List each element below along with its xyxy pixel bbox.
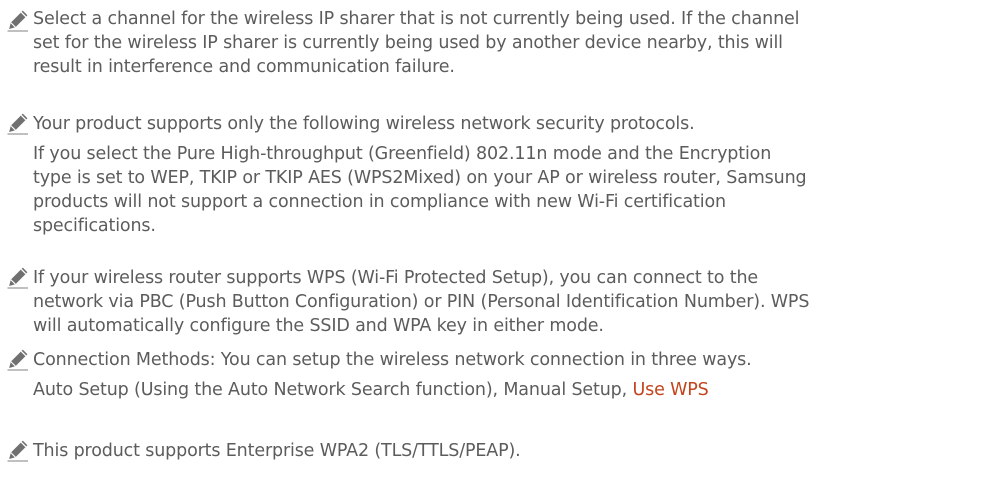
pencil-note-icon: [6, 438, 30, 462]
pencil-note-icon: [6, 111, 30, 135]
note-line: products will not support a connection i…: [33, 192, 726, 212]
note-line: result in interference and communication…: [33, 57, 455, 77]
note-channel-text: Select a channel for the wireless IP sha…: [33, 7, 963, 79]
note-line: will automatically configure the SSID an…: [33, 316, 604, 336]
pencil-note-icon: [6, 8, 30, 32]
note-line: Select a channel for the wireless IP sha…: [33, 9, 800, 29]
note-line: Connection Methods: You can setup the wi…: [33, 350, 752, 370]
note-line-text: Auto Setup (Using the Auto Network Searc…: [33, 380, 633, 400]
pencil-note-icon: [6, 265, 30, 289]
note-connection-text: Connection Methods: You can setup the wi…: [33, 348, 963, 402]
note-enterprise-text: This product supports Enterprise WPA2 (T…: [33, 439, 963, 463]
pencil-note-icon: [6, 347, 30, 371]
note-line: Auto Setup (Using the Auto Network Searc…: [33, 378, 963, 402]
note-line: specifications.: [33, 216, 156, 236]
note-line: Your product supports only the following…: [33, 114, 695, 134]
note-line: type is set to WEP, TKIP or TKIP AES (WP…: [33, 168, 807, 188]
use-wps-link[interactable]: Use WPS: [632, 380, 708, 400]
note-line: set for the wireless IP sharer is curren…: [33, 33, 783, 53]
note-security-text: Your product supports only the following…: [33, 112, 963, 238]
note-line: If your wireless router supports WPS (Wi…: [33, 268, 758, 288]
note-line: This product supports Enterprise WPA2 (T…: [33, 441, 521, 461]
note-line: If you select the Pure High-throughput (…: [33, 144, 772, 164]
note-wps-text: If your wireless router supports WPS (Wi…: [33, 266, 963, 338]
note-line: network via PBC (Push Button Configurati…: [33, 292, 810, 312]
